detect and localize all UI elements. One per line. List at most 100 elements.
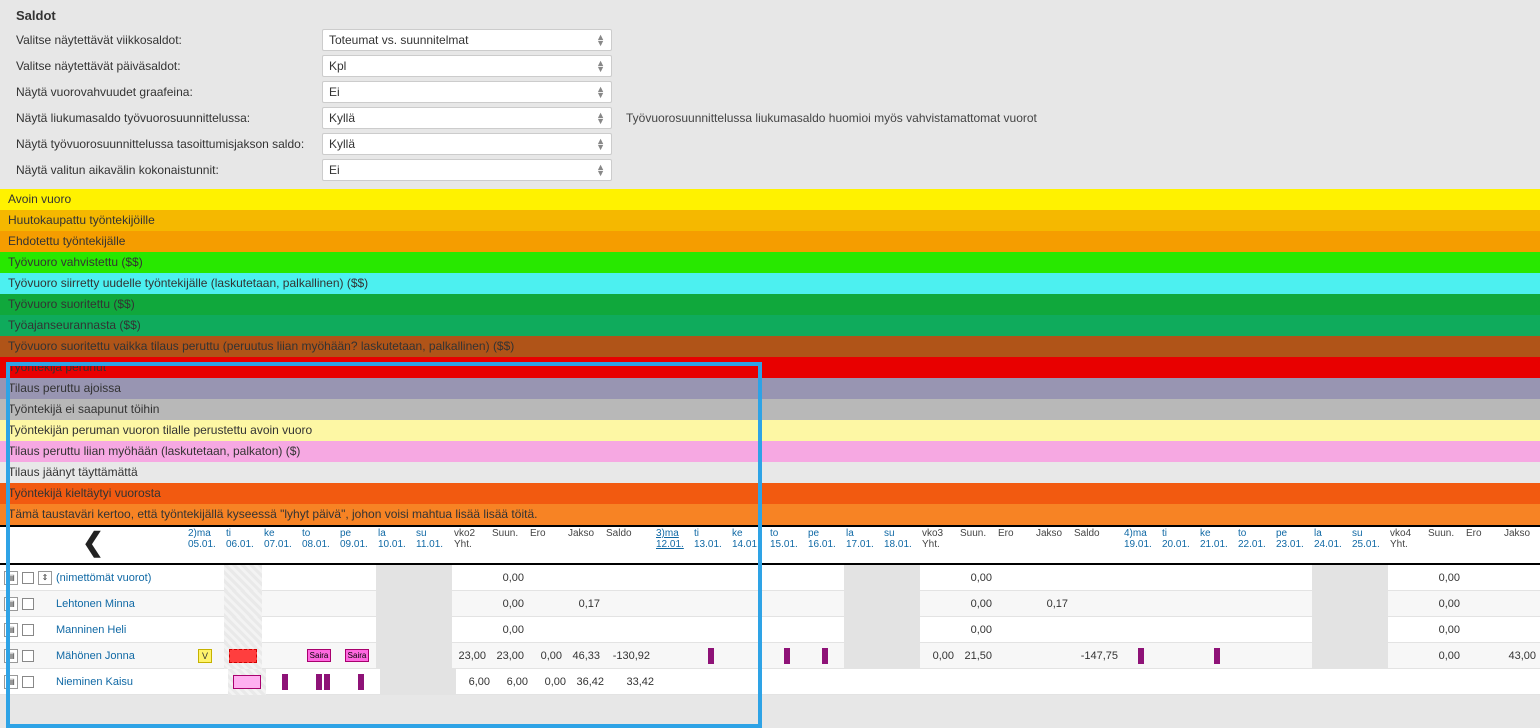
header-sumcol: vko3Yht.: [920, 527, 958, 551]
select-arrows-icon: ▲▼: [596, 138, 605, 150]
legend-row: Tilaus peruttu liian myöhään (laskutetaa…: [0, 441, 1540, 462]
header-day[interactable]: to22.01.: [1236, 527, 1274, 551]
schedule-grid: ❮ 2)ma05.01.ti06.01.ke07.01.to08.01.pe09…: [0, 525, 1540, 695]
row-checkbox[interactable]: [22, 572, 34, 584]
header-day[interactable]: la24.01.: [1312, 527, 1350, 551]
settings-row: Näytä liukumasaldo työvuorosuunnitteluss…: [12, 105, 1528, 131]
settings-label: Valitse näytettävät päiväsaldot:: [12, 59, 322, 73]
legend-row: Tilaus jäänyt täyttämättä: [0, 462, 1540, 483]
settings-select[interactable]: Toteumat vs. suunnitelmat▲▼: [322, 29, 612, 51]
header-day[interactable]: pe23.01.: [1274, 527, 1312, 551]
header-day[interactable]: 4)ma19.01.: [1122, 527, 1160, 551]
header-sumcol: vko4Yht.: [1388, 527, 1426, 551]
shift-saira[interactable]: Saira: [345, 649, 370, 662]
shift-cancelled-late[interactable]: [233, 675, 261, 689]
settings-select[interactable]: Kpl▲▼: [322, 55, 612, 77]
header-day[interactable]: la17.01.: [844, 527, 882, 551]
row-menu-icon[interactable]: ▤: [4, 571, 18, 585]
expand-icon[interactable]: ⇕: [38, 571, 52, 585]
header-day[interactable]: ti20.01.: [1160, 527, 1198, 551]
row-checkbox[interactable]: [22, 650, 34, 662]
shift-marker[interactable]: [784, 648, 790, 664]
settings-select[interactable]: Ei▲▼: [322, 81, 612, 103]
legend-block: Avoin vuoroHuutokaupattu työntekijöilleE…: [0, 189, 1540, 525]
header-day[interactable]: su11.01.: [414, 527, 452, 551]
settings-label: Näytä vuorovahvuudet graafeina:: [12, 85, 322, 99]
header-sumcol: Ero: [528, 527, 566, 551]
header-day[interactable]: pe09.01.: [338, 527, 376, 551]
settings-row: Näytä työvuorosuunnittelussa tasoittumis…: [12, 131, 1528, 157]
header-day[interactable]: 3)ma12.01.: [654, 527, 692, 551]
person-link[interactable]: Lehtonen Minna: [56, 598, 135, 610]
row-menu-icon[interactable]: ▤: [4, 675, 18, 689]
settings-row: Näytä vuorovahvuudet graafeina:Ei▲▼: [12, 79, 1528, 105]
shift-marker[interactable]: [1214, 648, 1220, 664]
row-label[interactable]: (nimettömät vuorot): [56, 572, 151, 584]
row-menu-icon[interactable]: ▤: [4, 623, 18, 637]
settings-select[interactable]: Kyllä▲▼: [322, 107, 612, 129]
header-sumcol: Suun.: [490, 527, 528, 551]
settings-select[interactable]: Ei▲▼: [322, 159, 612, 181]
header-day[interactable]: ke14.01.: [730, 527, 768, 551]
header-day[interactable]: su18.01.: [882, 527, 920, 551]
header-sumcol: Saldo: [604, 527, 654, 551]
shift-marker[interactable]: [282, 674, 288, 690]
header-day[interactable]: to08.01.: [300, 527, 338, 551]
header-day[interactable]: su25.01.: [1350, 527, 1388, 551]
legend-row: Työntekijä ei saapunut töihin: [0, 399, 1540, 420]
row-menu-icon[interactable]: ▤: [4, 649, 18, 663]
legend-row: Työvuoro suoritettu vaikka tilaus perutt…: [0, 336, 1540, 357]
legend-row: Työntekijä perunut: [0, 357, 1540, 378]
select-arrows-icon: ▲▼: [596, 164, 605, 176]
row-checkbox[interactable]: [22, 676, 34, 688]
select-arrows-icon: ▲▼: [596, 112, 605, 124]
shift-marker[interactable]: [316, 674, 322, 690]
settings-row: Valitse näytettävät viikkosaldot:Toteuma…: [12, 27, 1528, 53]
schedule-header: ❮ 2)ma05.01.ti06.01.ke07.01.to08.01.pe09…: [0, 527, 1540, 563]
shift-marker[interactable]: [1138, 648, 1144, 664]
shift-marker[interactable]: [358, 674, 364, 690]
row-manninen: ▤ Manninen Heli 0,00 0,00 0,00: [0, 617, 1540, 643]
shift-marker[interactable]: [324, 674, 330, 690]
shift-marker[interactable]: [822, 648, 828, 664]
settings-select[interactable]: Kyllä▲▼: [322, 133, 612, 155]
header-sumcol: Suun.: [1426, 527, 1464, 551]
header-day[interactable]: ti13.01.: [692, 527, 730, 551]
prev-week-button[interactable]: ❮: [82, 527, 104, 558]
header-day[interactable]: to15.01.: [768, 527, 806, 551]
row-lehtonen: ▤ Lehtonen Minna 0,000,17 0,000,17 0,00: [0, 591, 1540, 617]
shift-saira[interactable]: Saira: [307, 649, 332, 662]
header-day[interactable]: ke07.01.: [262, 527, 300, 551]
person-link[interactable]: Mähönen Jonna: [56, 650, 135, 662]
row-menu-icon[interactable]: ▤: [4, 597, 18, 611]
select-arrows-icon: ▲▼: [596, 34, 605, 46]
row-checkbox[interactable]: [22, 598, 34, 610]
header-day[interactable]: ke21.01.: [1198, 527, 1236, 551]
settings-note: Työvuorosuunnittelussa liukumasaldo huom…: [626, 111, 1037, 125]
legend-row: Avoin vuoro: [0, 189, 1540, 210]
person-link[interactable]: Manninen Heli: [56, 624, 126, 636]
select-arrows-icon: ▲▼: [596, 86, 605, 98]
settings-label: Näytä työvuorosuunnittelussa tasoittumis…: [12, 137, 322, 151]
shift-marker[interactable]: [708, 648, 714, 664]
row-unnamed: ▤ ⇕ (nimettömät vuorot) 0,00 0,00 0,00: [0, 565, 1540, 591]
person-link[interactable]: Nieminen Kaisu: [56, 676, 133, 688]
legend-row: Työntekijä kieltäytyi vuorosta: [0, 483, 1540, 504]
select-arrows-icon: ▲▼: [596, 60, 605, 72]
header-sumcol: Suun.: [958, 527, 996, 551]
settings-label: Näytä liukumasaldo työvuorosuunnitteluss…: [12, 111, 322, 125]
shift-badge-v[interactable]: V: [198, 649, 212, 663]
header-sumcol: vko2Yht.: [452, 527, 490, 551]
settings-row: Valitse näytettävät päiväsaldot:Kpl▲▼: [12, 53, 1528, 79]
legend-row: Työajanseurannasta ($$): [0, 315, 1540, 336]
header-day[interactable]: pe16.01.: [806, 527, 844, 551]
row-checkbox[interactable]: [22, 624, 34, 636]
header-day[interactable]: 2)ma05.01.: [186, 527, 224, 551]
header-sumcol: Ero: [1464, 527, 1502, 551]
shift-cancelled[interactable]: [229, 649, 257, 663]
header-sumcol: Jakso: [566, 527, 604, 551]
settings-row: Näytä valitun aikavälin kokonaistunnit:E…: [12, 157, 1528, 183]
header-day[interactable]: la10.01.: [376, 527, 414, 551]
legend-row: Tämä taustaväri kertoo, että työntekijäl…: [0, 504, 1540, 525]
header-day[interactable]: ti06.01.: [224, 527, 262, 551]
